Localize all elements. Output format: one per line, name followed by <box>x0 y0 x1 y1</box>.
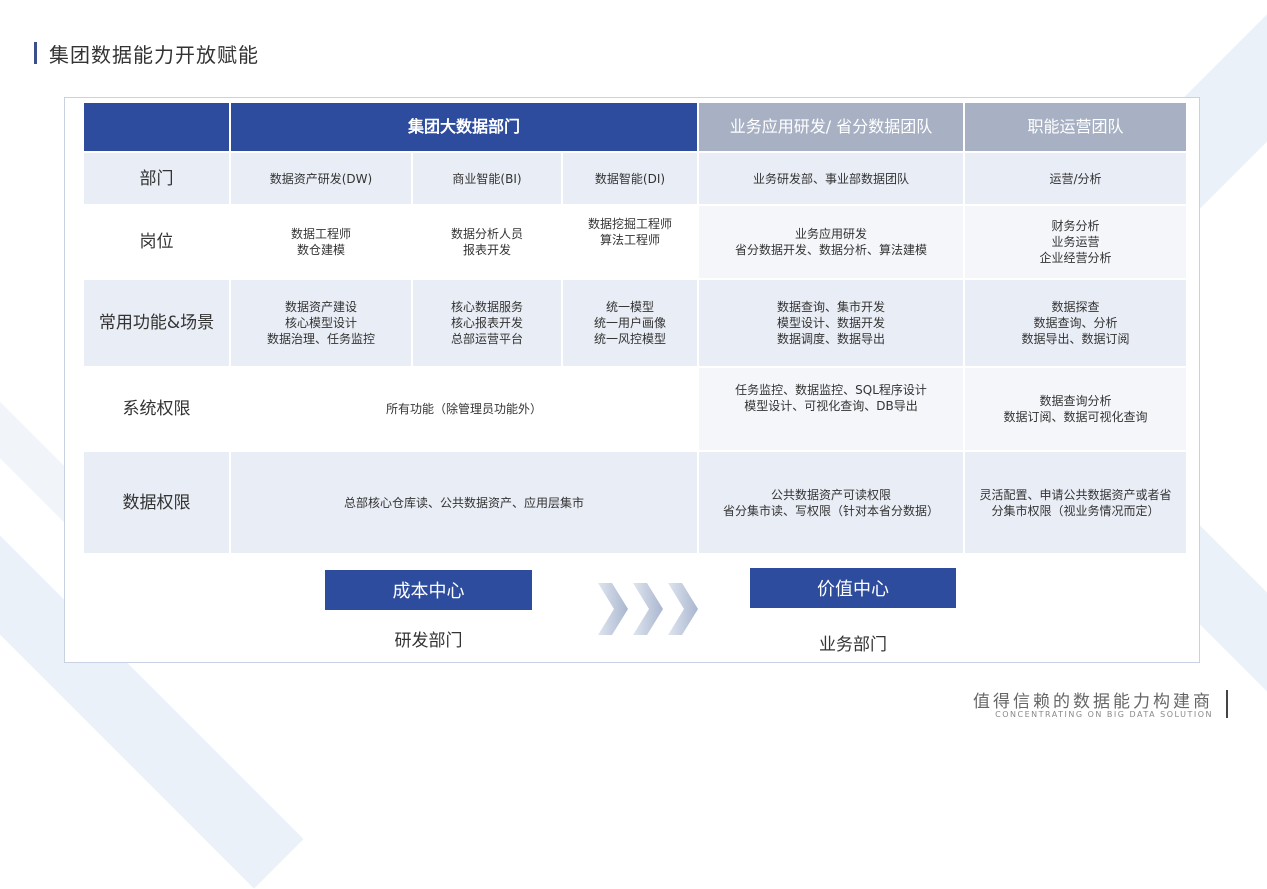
post-biz: 业务应用研发 省分数据开发、数据分析、算法建模 <box>699 206 963 278</box>
dept-dw: 数据资产研发(DW) <box>231 153 411 204</box>
data-biz: 公共数据资产可读权限 省分集市读、写权限（针对本省分数据） <box>699 452 963 553</box>
cost-dept-label: 研发部门 <box>394 631 463 651</box>
data-group: 总部核心仓库读、公共数据资产、应用层集市 <box>231 452 697 553</box>
value-dept-label: 业务部门 <box>819 635 887 655</box>
post-ops: 财务分析 业务运营 企业经营分析 <box>965 206 1186 278</box>
dept-ops: 运营/分析 <box>965 153 1186 204</box>
header-group-bigdata: 集团大数据部门 <box>231 103 697 151</box>
header-ops-team: 职能运营团队 <box>965 103 1186 151</box>
sys-biz: 任务监控、数据监控、SQL程序设计 模型设计、可视化查询、DB导出 <box>699 368 963 450</box>
title-accent-bar <box>34 42 37 64</box>
row-label-data: 数据权限 <box>84 452 229 553</box>
sys-ops: 数据查询分析 数据订阅、数据可视化查询 <box>965 368 1186 450</box>
scene-bi: 核心数据服务 核心报表开发 总部运营平台 <box>413 280 561 366</box>
header-corner <box>84 103 229 151</box>
data-ops: 灵活配置、申请公共数据资产或者省分集市权限（视业务情况而定） <box>965 452 1186 553</box>
page-header: 集团数据能力开放赋能 <box>34 40 259 67</box>
page-title: 集团数据能力开放赋能 <box>49 42 259 67</box>
post-bi: 数据分析人员 报表开发 <box>413 206 561 278</box>
dept-biz: 业务研发部、事业部数据团队 <box>699 153 963 204</box>
sys-group: 所有功能（除管理员功能外） <box>231 368 697 450</box>
footer-slogan-en: CONCENTRATING ON BIG DATA SOLUTION <box>995 710 1213 719</box>
chevron-right-icon <box>633 583 663 635</box>
footer-accent-bar <box>1226 690 1228 718</box>
chevron-right-icon <box>598 583 628 635</box>
chevron-right-icon <box>668 583 698 635</box>
value-center-box: 价值中心 <box>750 568 956 608</box>
scene-biz: 数据查询、集市开发 模型设计、数据开发 数据调度、数据导出 <box>699 280 963 366</box>
scene-di: 统一模型 统一用户画像 统一风控模型 <box>563 280 697 366</box>
cost-center-box: 成本中心 <box>325 570 532 610</box>
row-label-sys: 系统权限 <box>84 368 229 450</box>
post-dw: 数据工程师 数仓建模 <box>231 206 411 278</box>
row-label-dept: 部门 <box>84 153 229 204</box>
dept-di: 数据智能(DI) <box>563 153 697 204</box>
row-label-post: 岗位 <box>84 206 229 278</box>
header-biz-team: 业务应用研发/ 省分数据团队 <box>699 103 963 151</box>
dept-bi: 商业智能(BI) <box>413 153 561 204</box>
post-di: 数据挖掘工程师 算法工程师 <box>563 206 697 278</box>
row-label-scene: 常用功能&场景 <box>84 280 229 366</box>
scene-ops: 数据探查 数据查询、分析 数据导出、数据订阅 <box>965 280 1186 366</box>
scene-dw: 数据资产建设 核心模型设计 数据治理、任务监控 <box>231 280 411 366</box>
footer-slogan: 值得信赖的数据能力构建商 <box>973 692 1213 712</box>
